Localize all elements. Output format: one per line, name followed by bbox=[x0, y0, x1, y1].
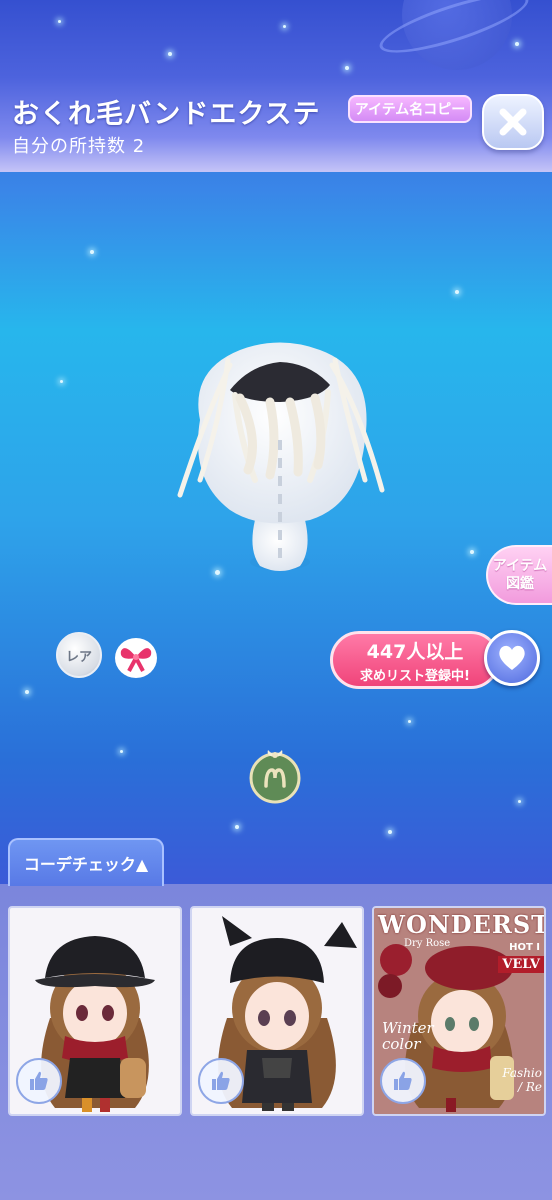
copy-item-name-button[interactable]: アイテム名コピー bbox=[348, 95, 472, 123]
magazine-fashion-label: Fashio / Re bbox=[502, 1066, 542, 1094]
hair-extension-item-image bbox=[177, 342, 385, 571]
encyclopedia-label-line2: 図鑑 bbox=[506, 576, 534, 592]
close-icon bbox=[499, 108, 527, 136]
magazine-title: WONDERSTYL bbox=[378, 910, 544, 939]
wishlist-label: 求めリスト登録中! bbox=[360, 669, 470, 684]
item-encyclopedia-button[interactable]: アイテム 図鑑 bbox=[486, 545, 552, 605]
star bbox=[25, 690, 29, 694]
thumbs-up-icon bbox=[394, 1071, 412, 1090]
rarity-badge: レア bbox=[56, 632, 102, 678]
star bbox=[168, 52, 172, 56]
ribbon-icon bbox=[120, 648, 152, 672]
star bbox=[90, 250, 94, 254]
star bbox=[518, 800, 521, 803]
wishlist-count: 447人以上 bbox=[366, 641, 464, 663]
thumbs-up-icon bbox=[212, 1071, 230, 1090]
star bbox=[60, 380, 63, 383]
ribbon-category-badge bbox=[115, 638, 157, 678]
star bbox=[120, 750, 123, 753]
encyclopedia-label-line1: アイテム bbox=[492, 558, 548, 574]
star bbox=[408, 720, 411, 723]
star bbox=[345, 66, 349, 70]
magazine-winter-label: Winter color bbox=[382, 1019, 434, 1053]
magazine-hot-label: HOT I bbox=[509, 942, 540, 953]
star bbox=[388, 830, 392, 834]
star bbox=[470, 550, 474, 554]
star bbox=[58, 20, 61, 23]
item-detail-header: おくれ毛バンドエクステ 自分の所持数 2 bbox=[0, 0, 552, 172]
heart-icon bbox=[499, 645, 525, 670]
brand-badge bbox=[244, 742, 306, 804]
magazine-velvet-label: VELV bbox=[498, 956, 544, 973]
coordinate-card[interactable] bbox=[8, 906, 182, 1116]
m-brand-icon bbox=[249, 750, 301, 804]
owned-count: 自分の所持数 2 bbox=[12, 136, 146, 157]
star bbox=[515, 42, 519, 46]
wishlist-count-pill: 447人以上 求めリスト登録中! bbox=[330, 631, 500, 689]
coordinate-check-tab[interactable]: コーデチェック▲ bbox=[8, 838, 164, 886]
like-button[interactable] bbox=[380, 1058, 426, 1104]
item-preview bbox=[160, 330, 400, 580]
star bbox=[283, 25, 286, 28]
thumbs-up-icon bbox=[30, 1071, 48, 1090]
like-button[interactable] bbox=[198, 1058, 244, 1104]
close-button[interactable] bbox=[482, 94, 544, 150]
coordinate-card[interactable] bbox=[190, 906, 364, 1116]
like-button[interactable] bbox=[16, 1058, 62, 1104]
star bbox=[455, 290, 459, 294]
star bbox=[235, 825, 239, 829]
coordinate-card[interactable]: WONDERSTYL Dry Rose HOT I VELV Winter co… bbox=[372, 906, 546, 1116]
add-to-wishlist-button[interactable] bbox=[484, 630, 540, 686]
magazine-subtitle: Dry Rose bbox=[404, 938, 451, 949]
item-name: おくれ毛バンドエクステ bbox=[12, 99, 321, 130]
